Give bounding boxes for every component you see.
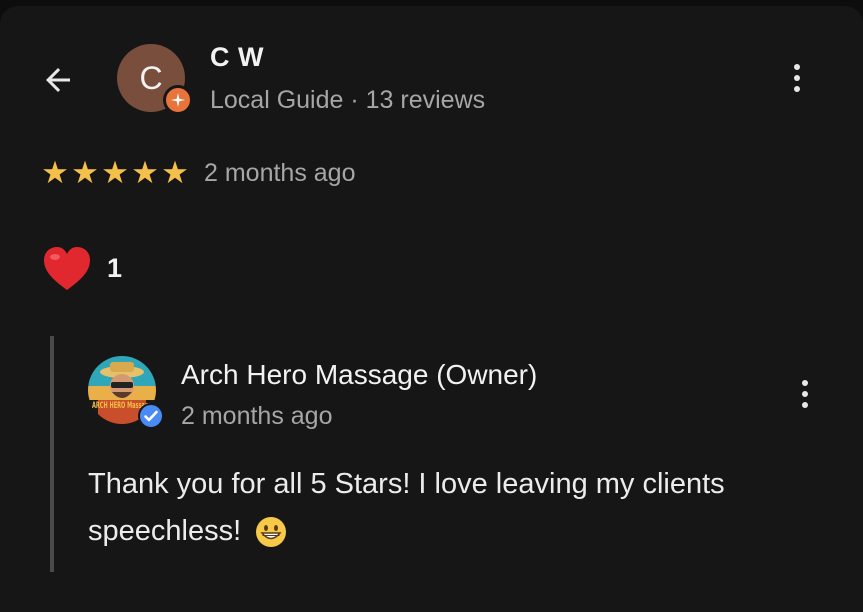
more-vert-icon: [794, 64, 800, 70]
author-name[interactable]: C W: [210, 42, 264, 73]
reply-divider: [50, 336, 54, 572]
star-icon: ★: [131, 155, 159, 190]
reply-time: 2 months ago: [181, 402, 333, 430]
arrow-left-icon: [46, 68, 70, 92]
more-vert-icon: [802, 380, 808, 386]
local-guide-icon: [163, 85, 193, 115]
review-card: C C W Local Guide · 13 reviews ★ ★ ★ ★ ★…: [0, 6, 863, 612]
grinning-face-icon: [256, 517, 287, 548]
author-initial: C: [139, 59, 163, 96]
star-icon: ★: [41, 155, 69, 190]
reply-more-options-button[interactable]: [790, 372, 820, 416]
like-button[interactable]: [42, 246, 92, 292]
verified-icon: [138, 403, 164, 429]
author-meta: Local Guide · 13 reviews: [210, 86, 486, 114]
more-options-button[interactable]: [782, 56, 812, 100]
reply-text: Thank you for all 5 Stars! I love leavin…: [88, 468, 725, 547]
star-icon: ★: [71, 155, 99, 190]
reply-text-block: Thank you for all 5 Stars! I love leavin…: [88, 461, 828, 555]
heart-icon: [44, 247, 90, 290]
back-button[interactable]: [36, 58, 80, 102]
review-time: 2 months ago: [204, 159, 356, 187]
like-count: 1: [107, 253, 123, 283]
star-rating: ★ ★ ★ ★ ★: [40, 156, 190, 190]
owner-name: Arch Hero Massage (Owner): [181, 359, 538, 390]
star-icon: ★: [101, 155, 129, 190]
star-icon: ★: [161, 155, 189, 190]
